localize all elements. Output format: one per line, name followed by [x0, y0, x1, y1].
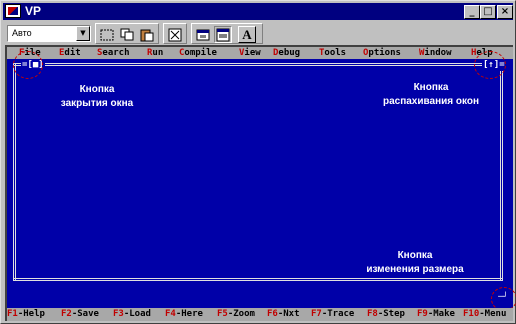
editor-frame-bottom	[13, 278, 503, 281]
close-button-callout-ring	[13, 51, 43, 79]
minimize-button[interactable]: _	[464, 5, 480, 19]
background-icon	[216, 28, 230, 41]
status-f9-make[interactable]: F9-Make	[417, 308, 455, 321]
status-f4-here[interactable]: F4-Here	[165, 308, 203, 321]
status-f5-zoom[interactable]: F5-Zoom	[217, 308, 255, 321]
background-button[interactable]	[214, 26, 232, 43]
status-f3-load[interactable]: F3-Load	[113, 308, 151, 321]
paste-button[interactable]	[138, 26, 156, 43]
properties-icon	[196, 29, 210, 40]
menu-edit[interactable]: Edit	[59, 47, 81, 59]
properties-group: A	[191, 23, 263, 44]
edit-button-group	[95, 23, 159, 44]
status-f8-step[interactable]: F8-Step	[367, 308, 405, 321]
close-caption-line2: закрытия окна	[60, 98, 134, 109]
editor-frame-top[interactable]	[13, 63, 503, 66]
fullscreen-icon	[168, 28, 182, 41]
status-f10-menu[interactable]: F10-Menu	[463, 308, 506, 321]
menu-debug[interactable]: Debug	[273, 47, 300, 59]
zoom-caption-line1: Кнопка	[413, 82, 449, 93]
copy-icon	[120, 28, 134, 41]
menu-bar: File Edit Search Run Compile View Debug …	[7, 47, 513, 59]
maximize-icon: □	[483, 6, 493, 17]
menu-window[interactable]: Window	[419, 47, 452, 59]
chevron-down-icon[interactable]: ▼	[76, 26, 90, 41]
status-f1-help[interactable]: F1-Help	[7, 308, 45, 321]
editor-frame-right	[500, 63, 503, 281]
close-button[interactable]: ×	[497, 5, 513, 19]
font-button[interactable]: A	[238, 26, 256, 43]
app-icon[interactable]	[5, 4, 21, 18]
menu-view[interactable]: View	[239, 47, 261, 59]
mark-text-button[interactable]	[98, 26, 116, 43]
close-button-caption: Кнопка закрытия окна	[51, 83, 143, 111]
toolbar: Авто ▼ A	[3, 21, 513, 45]
copy-button[interactable]	[118, 26, 136, 43]
close-caption-line1: Кнопка	[79, 84, 115, 95]
maximize-button[interactable]: □	[480, 5, 496, 19]
resize-caption-line2: изменения размера	[366, 264, 464, 275]
minimize-icon: _	[469, 6, 475, 17]
font-size-select[interactable]: Авто ▼	[7, 25, 91, 42]
fullscreen-group	[163, 23, 187, 44]
font-size-value: Авто	[12, 28, 32, 38]
dashed-rectangle-icon	[100, 29, 114, 40]
resize-handle-caption: Кнопка изменения размера	[351, 249, 479, 277]
resize-caption-line1: Кнопка	[397, 250, 433, 261]
zoom-caption-line2: распахивания окон	[382, 96, 480, 107]
menu-options[interactable]: Options	[363, 47, 401, 59]
paste-icon	[140, 29, 154, 41]
app-window: VP _ □ × Авто ▼ A File Edit Search Run C…	[0, 0, 516, 324]
status-f2-save[interactable]: F2-Save	[61, 308, 99, 321]
zoom-button-callout-ring	[474, 51, 506, 79]
menu-search[interactable]: Search	[97, 47, 130, 59]
title-bar[interactable]: VP _ □ ×	[3, 3, 513, 20]
close-icon: ×	[500, 6, 510, 17]
zoom-button-caption: Кнопка распахивания окон	[367, 81, 495, 109]
fullscreen-button[interactable]	[166, 26, 184, 43]
window-title: VP	[25, 4, 42, 18]
menu-tools[interactable]: Tools	[319, 47, 346, 59]
status-f6-next[interactable]: F6-Nxt	[267, 308, 300, 321]
status-bar: F1-Help F2-Save F3-Load F4-Here F5-Zoom …	[7, 308, 513, 321]
properties-button[interactable]	[194, 26, 212, 43]
dos-screen[interactable]: File Edit Search Run Compile View Debug …	[5, 45, 516, 321]
status-f7-trace[interactable]: F7-Trace	[311, 308, 354, 321]
menu-run[interactable]: Run	[147, 47, 163, 59]
editor-frame-left	[13, 63, 16, 281]
menu-compile[interactable]: Compile	[179, 47, 217, 59]
